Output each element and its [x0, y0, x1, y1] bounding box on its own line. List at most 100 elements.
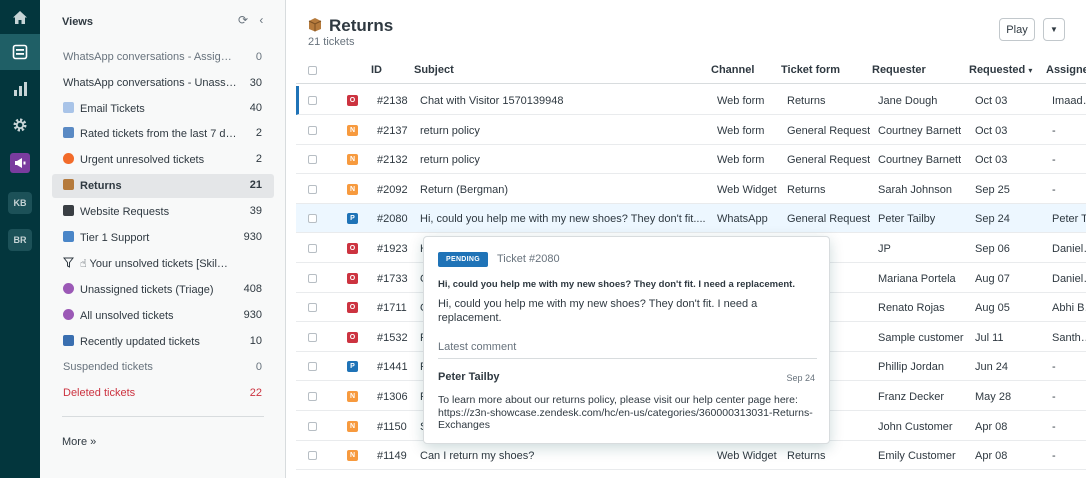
row-checkbox[interactable]	[308, 421, 317, 431]
row-checkbox[interactable]	[308, 214, 317, 224]
ticket-subject[interactable]: return policy	[420, 125, 480, 137]
view-item[interactable]: Unassigned tickets (Triage) 408	[52, 278, 274, 302]
status-icon: N	[347, 450, 358, 462]
ticket-form: General Request	[787, 213, 871, 226]
latest-comment-label: Latest comment	[438, 341, 517, 353]
ticket-assignee: -	[1052, 124, 1056, 137]
status-badge: PENDING	[438, 252, 488, 267]
ticket-requester: Phillip Jordan	[878, 361, 945, 374]
column-header-subject[interactable]: Subject	[414, 64, 454, 76]
row-checkbox[interactable]	[308, 332, 317, 342]
table-header: ID Subject Channel Ticket form Requester…	[296, 57, 1086, 84]
column-header-requester[interactable]: Requester	[872, 64, 926, 76]
ticket-subject[interactable]: Return (Bergman)	[420, 184, 508, 196]
table-row[interactable]: N #1149 Can I return my shoes? Web Widget Re…	[296, 441, 1086, 471]
ticket-assignee: Daniel Ru	[1052, 272, 1086, 285]
view-item[interactable]: Urgent unresolved tickets 2	[52, 148, 274, 172]
column-header-channel[interactable]: Channel	[711, 64, 754, 76]
row-checkbox[interactable]	[308, 96, 317, 105]
ticket-subject[interactable]: Chat with Visitor 1570139948	[420, 95, 564, 107]
views-icon[interactable]	[0, 34, 40, 70]
row-checkbox[interactable]	[308, 155, 317, 165]
view-item[interactable]: ☝ Your unsolved tickets [Skil…	[52, 252, 274, 276]
ticket-subject[interactable]: Hi, could you help me with my new shoes?…	[420, 213, 706, 225]
table-row[interactable]: P #2080 Hi, could you help me with my new …	[296, 204, 1086, 234]
row-checkbox[interactable]	[308, 125, 317, 135]
view-item[interactable]: Email Tickets 40	[52, 97, 274, 121]
refresh-icon[interactable]: ⟳	[238, 13, 248, 27]
ticket-assignee: Peter Tai	[1052, 213, 1086, 226]
play-options-button[interactable]: ▼	[1043, 18, 1065, 41]
select-all-checkbox[interactable]	[308, 66, 317, 75]
play-button[interactable]: Play	[999, 18, 1035, 41]
view-item[interactable]: Recently updated tickets 10	[52, 330, 274, 354]
view-count: 2	[255, 153, 262, 165]
ticket-id: #2132	[377, 154, 408, 167]
status-icon: N	[347, 391, 358, 402]
view-label: Urgent unresolved tickets	[80, 154, 205, 166]
ticket-subject[interactable]: Can I return my shoes?	[420, 450, 534, 462]
page-title: Returns	[329, 16, 394, 35]
row-checkbox[interactable]	[308, 362, 317, 372]
ticket-subject[interactable]: return policy	[420, 154, 480, 166]
views-panel: Views ⟳ ‹ WhatsApp conversations - Assig…	[40, 0, 286, 478]
reporting-icon[interactable]	[0, 72, 40, 106]
row-checkbox[interactable]	[308, 392, 317, 401]
view-count: 39	[249, 205, 262, 217]
view-item[interactable]: Website Requests 39	[52, 200, 274, 224]
status-icon: P	[347, 361, 358, 373]
kb-app-icon[interactable]: KB	[8, 192, 32, 214]
ticket-requested: Aug 05	[975, 302, 1010, 315]
gear-icon[interactable]	[0, 108, 40, 142]
view-label: Tier 1 Support	[80, 232, 150, 244]
row-checkbox[interactable]	[308, 184, 317, 194]
home-icon[interactable]	[0, 0, 40, 34]
row-checkbox[interactable]	[308, 451, 317, 461]
more-views-link[interactable]: More »	[62, 436, 96, 448]
ticket-requester: JP	[878, 243, 891, 255]
product-rail: KB BR	[0, 0, 40, 478]
ticket-assignee: -	[1052, 361, 1056, 374]
ticket-requested: Apr 08	[975, 420, 1008, 433]
row-checkbox[interactable]	[308, 273, 317, 283]
view-item[interactable]: Tier 1 Support 930	[52, 226, 274, 250]
divider	[62, 416, 264, 417]
column-header-id[interactable]: ID	[371, 64, 382, 76]
column-header-requested[interactable]: Requested ▾	[969, 64, 1032, 76]
row-checkbox[interactable]	[308, 244, 317, 253]
sort-desc-icon: ▾	[1028, 66, 1033, 75]
table-row[interactable]: O #2138 Chat with Visitor 1570139948 Web fo…	[296, 86, 1086, 115]
view-item-returns[interactable]: Returns 21	[52, 174, 274, 198]
ticket-requester: Mariana Portela	[878, 272, 956, 285]
view-count: 930	[243, 231, 262, 243]
ticket-id: #1150	[377, 420, 407, 433]
table-row[interactable]: N #2092 Return (Bergman) Web Widget Returns S…	[296, 175, 1086, 204]
view-item[interactable]: WhatsApp conversations - Unass… 30	[52, 72, 274, 96]
view-item[interactable]: WhatsApp conversations - Assig… 0	[52, 46, 274, 70]
ticket-form: General Request	[787, 124, 871, 137]
table-row[interactable]: N #2137 return policy Web form General Reque…	[296, 116, 1086, 145]
column-header-label: Requested	[969, 64, 1026, 76]
view-item[interactable]: Rated tickets from the last 7 d… 2	[52, 122, 274, 146]
view-item-suspended[interactable]: Suspended tickets 0	[52, 356, 274, 380]
view-item-deleted[interactable]: Deleted tickets 22	[52, 382, 274, 406]
table-row[interactable]: N #2132 return policy Web form General Reque…	[296, 145, 1086, 175]
ticket-requester: Sarah Johnson	[878, 183, 952, 196]
ticket-id: #1149	[377, 450, 407, 463]
br-app-icon[interactable]: BR	[8, 229, 32, 251]
column-header-assignee[interactable]: Assignee	[1046, 64, 1086, 76]
view-label: Deleted tickets	[63, 387, 136, 399]
view-count: 2	[255, 127, 262, 139]
ticket-channel: Web Widget	[717, 450, 777, 463]
ticket-requester: John Customer	[878, 420, 953, 433]
sparkle-icon	[63, 309, 74, 320]
column-header-ticket-form[interactable]: Ticket form	[781, 64, 840, 76]
ticket-requester: Courtney Barnett	[878, 154, 962, 167]
collapse-panel-icon[interactable]: ‹	[259, 13, 263, 27]
ticket-form: Returns	[787, 95, 826, 107]
view-item[interactable]: All unsolved tickets 930	[52, 304, 274, 328]
ticket-id: #1306	[377, 391, 408, 403]
announcement-icon[interactable]	[0, 146, 40, 180]
row-checkbox[interactable]	[308, 303, 317, 313]
view-count: 0	[255, 361, 262, 373]
